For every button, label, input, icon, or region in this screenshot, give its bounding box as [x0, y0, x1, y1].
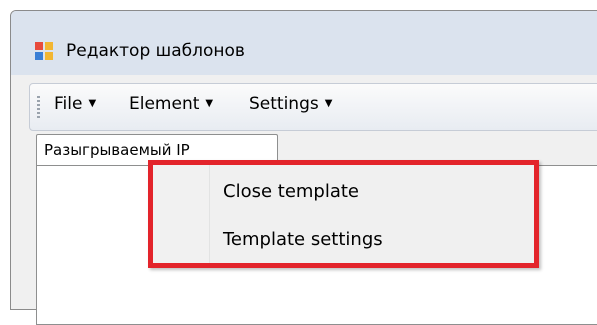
template-settings-item[interactable]: Template settings: [153, 221, 534, 261]
window-title: Редактор шаблонов: [66, 41, 245, 61]
menu-settings[interactable]: Settings ▼: [249, 94, 332, 114]
close-template-label: Close template: [223, 181, 360, 202]
menu-file-label: File: [54, 94, 83, 114]
close-template-item[interactable]: Close template: [153, 173, 534, 213]
menu-settings-label: Settings: [249, 94, 319, 114]
chevron-down-icon: ▼: [324, 98, 333, 109]
menu-file[interactable]: File ▼: [54, 94, 96, 114]
menu-bar: File ▼ Element ▼ Settings ▼: [29, 83, 597, 131]
menu-element-label: Element: [129, 94, 200, 114]
context-menu: Close template Template settings: [148, 160, 539, 268]
title-bar[interactable]: Редактор шаблонов: [11, 11, 597, 75]
tab-label: Разыгрываемый IP: [44, 141, 190, 159]
menu-element[interactable]: Element ▼: [129, 94, 213, 114]
chevron-down-icon: ▼: [205, 98, 214, 109]
template-settings-label: Template settings: [223, 229, 383, 250]
chevron-down-icon: ▼: [88, 98, 97, 109]
app-window-icon: [35, 42, 53, 60]
toolbar-grip[interactable]: [37, 96, 40, 118]
